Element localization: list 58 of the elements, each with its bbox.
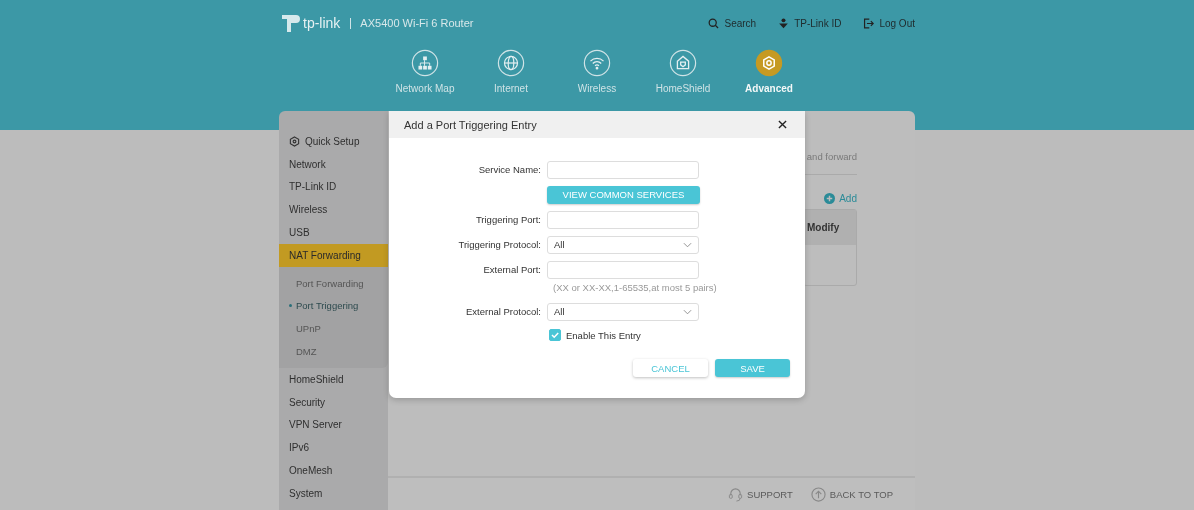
sidebar-item[interactable]: Wireless <box>279 198 388 222</box>
sidebar-item[interactable]: NAT Forwarding <box>279 244 388 267</box>
sidebar-item[interactable]: HomeShield <box>279 367 388 391</box>
dropdown[interactable]: All <box>547 302 699 321</box>
field-label: Service Name: <box>478 164 541 175</box>
plus-icon <box>824 193 836 204</box>
sidebar-item[interactable]: Network <box>279 152 388 176</box>
sidebar-item[interactable]: System <box>279 481 388 505</box>
logo-icon <box>279 12 301 34</box>
chevron-icon <box>683 241 692 248</box>
support-link[interactable]: SUPPORT <box>728 486 793 502</box>
logout-icon <box>863 17 875 29</box>
model-name: AX5400 Wi-Fi 6 Router <box>360 17 474 29</box>
nav-tab[interactable]: Wireless <box>554 49 640 105</box>
field-label: External Port: <box>483 264 541 275</box>
sidebar-subitem[interactable]: UPnP <box>279 317 388 341</box>
field-label: External Protocol: <box>466 306 541 317</box>
person-icon <box>778 17 790 29</box>
dialog-title: Add a Port Triggering Entry <box>404 118 537 131</box>
search-icon <box>708 17 720 29</box>
description-text: and forward <box>806 151 857 162</box>
sidebar-item[interactable]: TP-Link ID <box>279 175 388 199</box>
sidebar-item[interactable]: IPv6 <box>279 436 388 460</box>
logout-link[interactable]: Log Out <box>863 17 915 29</box>
input-field[interactable] <box>547 210 699 229</box>
back-to-top-link[interactable]: BACK TO TOP <box>810 486 893 502</box>
chevron-icon <box>683 308 692 315</box>
checkbox-label: Enable This Entry <box>566 329 641 341</box>
logo-text: tp-link <box>303 15 341 31</box>
house-icon <box>669 49 697 77</box>
account-link[interactable]: TP-Link ID <box>778 17 842 29</box>
gear-icon <box>289 135 300 147</box>
field-label: Triggering Protocol: <box>458 239 541 250</box>
hint-text: (XX or XX-XX,1-65535,at most 5 pairs) <box>553 282 717 293</box>
input-field[interactable] <box>547 260 699 279</box>
sidebar-item[interactable]: Security <box>279 390 388 414</box>
nav-tab[interactable]: Internet <box>468 49 554 105</box>
input-field[interactable] <box>547 160 699 179</box>
nav-tab[interactable]: HomeShield <box>640 49 726 105</box>
field-label: Triggering Port: <box>475 214 541 225</box>
headset-icon <box>728 486 744 502</box>
nav-tab[interactable]: Network Map <box>382 49 468 105</box>
checkbox[interactable] <box>549 329 561 341</box>
network-icon <box>411 49 439 77</box>
sidebar-item[interactable]: USB <box>279 221 388 244</box>
globe-icon <box>497 49 525 77</box>
sidebar-item[interactable]: Quick Setup <box>279 130 388 153</box>
sidebar-item[interactable]: VPN Server <box>279 413 388 437</box>
column-header: Modify <box>807 222 840 233</box>
gear-icon <box>755 49 783 77</box>
sidebar-subitem[interactable]: Port Forwarding <box>279 271 388 295</box>
sidebar-subitem[interactable]: DMZ <box>279 340 388 363</box>
dropdown[interactable]: All <box>547 235 699 254</box>
wifi-icon <box>583 49 611 77</box>
search-link[interactable]: Search <box>708 17 757 29</box>
sidebar-item[interactable]: OneMesh <box>279 459 388 482</box>
sidebar-subitem[interactable]: Port Triggering <box>279 294 388 318</box>
close-icon[interactable] <box>778 120 787 129</box>
